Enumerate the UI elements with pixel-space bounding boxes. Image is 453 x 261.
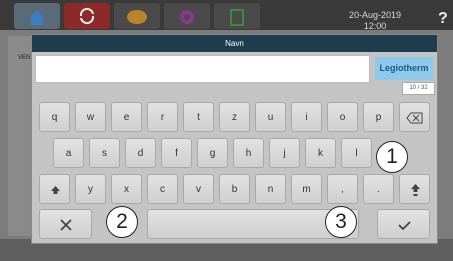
check-icon (398, 221, 411, 231)
date-time: 20-Aug-2019 12:00 (330, 10, 420, 32)
key-o[interactable]: o (327, 102, 358, 132)
top-toolbar: 20-Aug-2019 12:00 ? (0, 0, 453, 32)
key-g[interactable]: g (197, 138, 228, 168)
backspace-key[interactable] (399, 102, 430, 132)
key-x[interactable]: x (111, 174, 142, 204)
key-b[interactable]: b (219, 174, 250, 204)
close-icon (60, 219, 72, 231)
callout-3: 3 (325, 206, 357, 238)
key-n[interactable]: n (255, 174, 286, 204)
callout-1: 1 (376, 141, 408, 173)
key-p[interactable]: p (363, 102, 394, 132)
tab-drop[interactable] (114, 3, 160, 29)
key-q[interactable]: q (39, 102, 70, 132)
keyboard-dialog: Navn Legiotherm 10 / 32 q w e r t z u i … (31, 34, 438, 244)
key-r[interactable]: r (147, 102, 178, 132)
tab-home[interactable] (14, 3, 60, 29)
key-i[interactable]: i (291, 102, 322, 132)
selected-value[interactable]: Legiotherm (375, 57, 433, 80)
key-c[interactable]: c (147, 174, 178, 204)
key-a[interactable]: a (53, 138, 84, 168)
key-e[interactable]: e (111, 102, 142, 132)
sync-icon (79, 7, 95, 25)
key-t[interactable]: t (183, 102, 214, 132)
tab-settings[interactable] (164, 3, 210, 29)
key-v[interactable]: v (183, 174, 214, 204)
dialog-title: Navn (32, 35, 437, 52)
character-counter: 10 / 32 (402, 82, 435, 95)
key-period[interactable]: . (363, 174, 394, 204)
key-d[interactable]: d (125, 138, 156, 168)
name-input[interactable] (35, 55, 370, 83)
shift-right-key[interactable] (399, 174, 430, 204)
key-y[interactable]: y (75, 174, 106, 204)
key-j[interactable]: j (269, 138, 300, 168)
drop-icon (127, 10, 147, 24)
help-button[interactable]: ? (438, 10, 448, 28)
key-z[interactable]: z (219, 102, 250, 132)
document-icon (230, 9, 244, 26)
confirm-button[interactable] (377, 209, 430, 239)
key-w[interactable]: w (75, 102, 106, 132)
home-icon (29, 11, 45, 25)
key-k[interactable]: k (305, 138, 336, 168)
key-m[interactable]: m (291, 174, 322, 204)
key-u[interactable]: u (255, 102, 286, 132)
background-label: VEN (18, 55, 31, 61)
tab-sync[interactable] (64, 3, 110, 29)
date-label: 20-Aug-2019 (348, 10, 402, 20)
backspace-icon (406, 112, 423, 124)
cancel-button[interactable] (39, 209, 92, 239)
key-s[interactable]: s (89, 138, 120, 168)
shift-left-key[interactable] (39, 174, 70, 204)
key-l[interactable]: l (341, 138, 372, 168)
callout-2: 2 (106, 206, 138, 238)
key-comma[interactable]: , (327, 174, 358, 204)
key-h[interactable]: h (233, 138, 264, 168)
gear-icon (180, 10, 194, 24)
shift-icon (411, 184, 420, 196)
shift-icon (51, 186, 60, 194)
tab-document[interactable] (214, 3, 260, 29)
key-f[interactable]: f (161, 138, 192, 168)
